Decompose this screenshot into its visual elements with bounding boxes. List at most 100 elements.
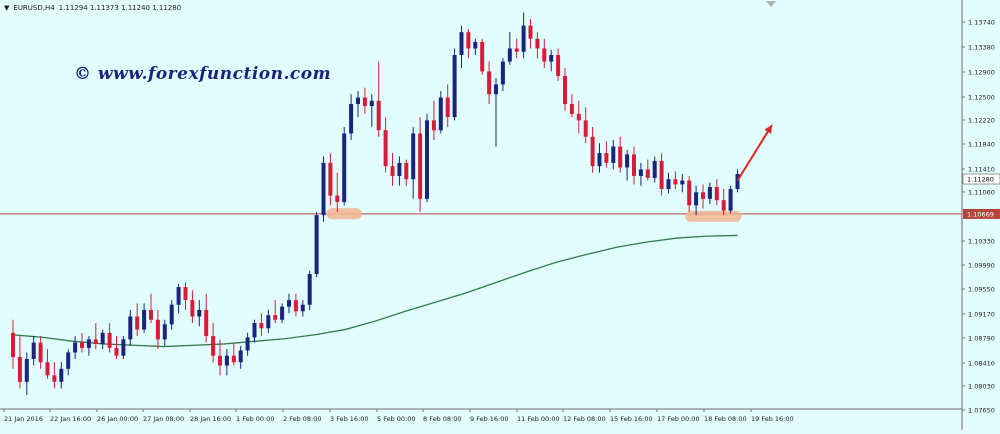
candle-body — [142, 309, 147, 330]
candle-body — [238, 350, 243, 363]
candle-body — [307, 274, 312, 305]
candle-body — [218, 355, 222, 366]
candle-body — [266, 315, 271, 329]
candle-body — [494, 84, 498, 95]
candle-body — [183, 287, 188, 301]
candle-body — [38, 342, 43, 363]
candle-body — [328, 162, 333, 196]
candle-body — [659, 160, 664, 190]
candle-body — [349, 104, 354, 134]
candle-body — [31, 342, 36, 359]
candle-body — [680, 180, 685, 185]
candle-body — [425, 120, 429, 199]
candle-body — [535, 38, 540, 49]
x-tick-label: 11 Feb 00:00 — [517, 415, 560, 423]
candle-body — [293, 300, 298, 312]
candle-body — [707, 187, 712, 199]
candle-body — [321, 162, 326, 216]
candle-body — [59, 368, 64, 382]
candle-body — [231, 355, 236, 363]
shift-marker-icon[interactable] — [766, 1, 776, 7]
x-tick-label: 28 Jan 16:00 — [190, 415, 231, 423]
candle-body — [149, 309, 153, 320]
candle-body — [604, 153, 609, 163]
candle-body — [135, 316, 140, 330]
candle-body — [224, 355, 229, 366]
candle-body — [45, 362, 50, 376]
candle-body — [701, 192, 705, 199]
candle-body — [590, 136, 595, 167]
y-tick-label: 1.12220 — [968, 117, 995, 125]
candle-body — [369, 100, 374, 107]
candle-body — [190, 300, 195, 317]
support-price-label: 1.10669 — [967, 210, 994, 218]
y-tick-label: 1.09550 — [968, 286, 995, 294]
candle-body — [645, 169, 650, 178]
candle-body — [638, 169, 643, 176]
ohlc-values: 1.11294 1.11373 1.11240 1.11280 — [58, 4, 182, 12]
candle-body — [204, 309, 209, 337]
x-tick-label: 3 Feb 16:00 — [330, 415, 369, 423]
y-tick-label: 1.12500 — [968, 94, 995, 102]
x-tick-label: 27 Jan 08:00 — [143, 415, 184, 423]
candle-body — [625, 154, 630, 168]
candle-body — [11, 332, 15, 358]
candle-body — [576, 113, 581, 121]
candle-body — [431, 120, 436, 131]
candle-body — [390, 166, 395, 176]
candle-body — [211, 336, 216, 356]
chart-container[interactable]: 1.13740 1.13380 1.12900 1.12500 1.12220 1.118… — [0, 0, 1000, 430]
x-tick-label: 2 Feb 08:00 — [283, 415, 322, 423]
y-tick-label: 1.11840 — [968, 141, 995, 149]
candle-body — [735, 173, 740, 190]
x-tick-label: 12 Feb 08:00 — [563, 415, 606, 423]
candle-body — [24, 358, 29, 382]
candle-body — [376, 100, 381, 131]
candle-body — [528, 25, 533, 39]
y-tick-label: 1.13380 — [968, 44, 995, 52]
candle-body — [466, 32, 471, 49]
x-tick-label: 19 Feb 16:00 — [751, 415, 794, 423]
x-tick-label: 21 Jan 2016 — [4, 415, 43, 423]
candle-body — [176, 287, 181, 305]
candle-body — [300, 304, 305, 312]
candle-body — [66, 352, 71, 369]
candle-body — [252, 323, 257, 338]
candle-body — [487, 71, 492, 95]
candle-body — [514, 48, 519, 52]
candle-body — [583, 120, 588, 137]
candle-body — [280, 306, 285, 320]
candle-body — [666, 179, 671, 190]
candle-body — [259, 323, 264, 329]
candle-body — [100, 332, 105, 344]
x-tick-label: 9 Feb 16:00 — [470, 415, 509, 423]
candle-body — [86, 339, 91, 348]
candle-body — [438, 97, 443, 131]
x-tick-label: 26 Jan 00:00 — [97, 415, 138, 423]
candle-body — [418, 133, 423, 199]
candle-body — [452, 55, 457, 118]
x-tick-label: 18 Feb 08:00 — [704, 415, 747, 423]
candle-body — [521, 25, 526, 52]
candle-body — [507, 48, 512, 62]
candle-body — [52, 375, 57, 382]
y-tick-label: 1.07650 — [968, 407, 995, 415]
candle-body — [287, 300, 291, 307]
symbol-info-bar: ▼ EURUSD,H4 1.11294 1.11373 1.11240 1.11… — [4, 2, 181, 14]
y-tick-label: 1.08790 — [968, 335, 995, 343]
x-tick-label: 17 Feb 00:00 — [657, 415, 700, 423]
candle-body — [335, 195, 340, 203]
candle-body — [362, 97, 367, 107]
candle-body — [563, 75, 567, 105]
x-tick-label: 1 Feb 00:00 — [236, 415, 275, 423]
candle-body — [314, 215, 319, 274]
candle-body — [721, 200, 726, 211]
triangle-down-icon[interactable]: ▼ — [4, 4, 9, 12]
symbol-label: EURUSD,H4 — [13, 4, 55, 12]
candle-body — [17, 357, 22, 382]
candle-body — [197, 309, 202, 317]
y-tick-label: 1.08030 — [968, 383, 995, 391]
x-tick-label: 8 Feb 08:00 — [423, 415, 462, 423]
candle-body — [611, 146, 616, 163]
y-tick-label: 1.12900 — [968, 69, 995, 77]
